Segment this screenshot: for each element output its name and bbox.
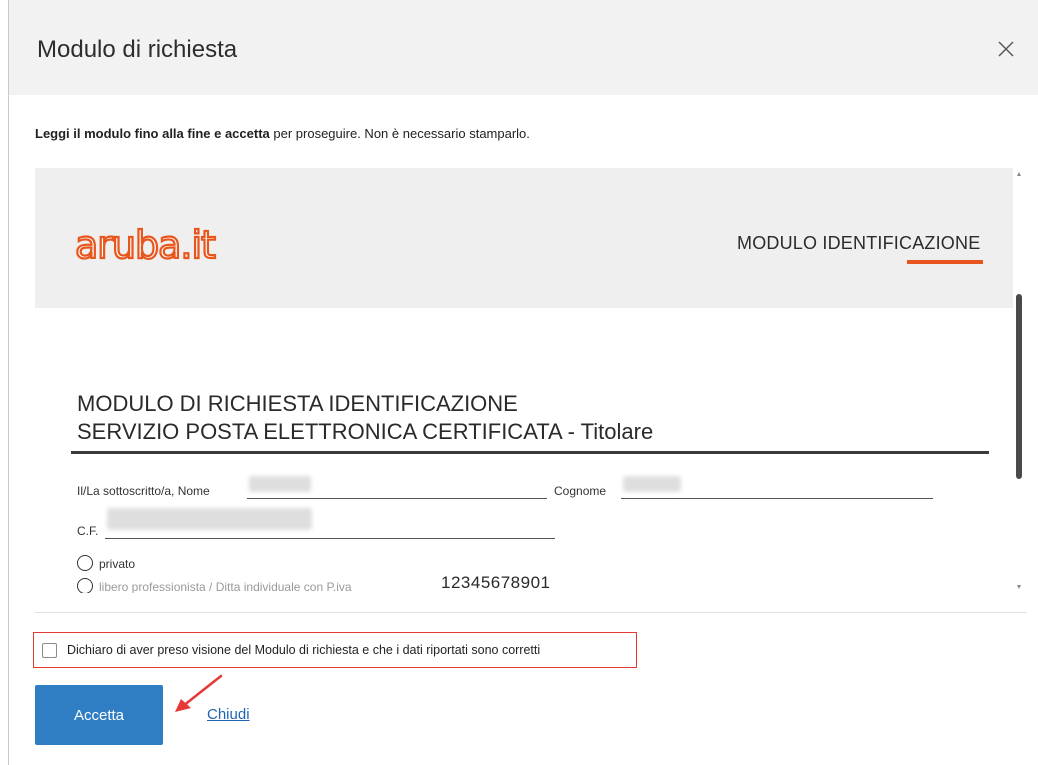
document-header: aruba.it MODULO IDENTIFICAZIONE xyxy=(35,168,1013,308)
dialog-header: Modulo di richiesta xyxy=(9,0,1038,95)
consent-checkbox[interactable] xyxy=(42,643,57,658)
orange-accent-line xyxy=(907,260,983,264)
surname-underline xyxy=(621,498,933,499)
radio-private[interactable] xyxy=(77,555,93,571)
intro-text: Leggi il modulo fino alla fine e accetta… xyxy=(35,126,530,141)
aruba-logo: aruba.it xyxy=(75,222,217,268)
cf-underline xyxy=(105,538,555,539)
intro-bold: Leggi il modulo fino alla fine e accetta xyxy=(35,126,270,141)
consent-label[interactable]: Dichiaro di aver preso visione del Modul… xyxy=(67,643,540,657)
close-icon[interactable] xyxy=(993,36,1019,62)
document-type-label: MODULO IDENTIFICAZIONE xyxy=(737,233,981,253)
radio-professional[interactable] xyxy=(77,578,93,593)
intro-rest: per proseguire. Non è necessario stampar… xyxy=(269,126,530,141)
svg-text:aruba.it: aruba.it xyxy=(75,223,215,267)
dialog-title: Modulo di richiesta xyxy=(37,36,238,63)
redacted-name xyxy=(249,476,311,492)
scroll-thumb[interactable] xyxy=(1016,294,1022,479)
scroll-up-arrow-icon[interactable] xyxy=(1017,172,1021,176)
name-underline xyxy=(247,498,547,499)
close-link[interactable]: Chiudi xyxy=(207,706,250,723)
option-professional-label: libero professionista / Ditta individual… xyxy=(99,580,352,593)
request-dialog: Modulo di richiesta Leggi il modulo fino… xyxy=(8,0,1038,765)
piva-value: 12345678901 xyxy=(441,573,551,592)
document-title-line1: MODULO DI RICHIESTA IDENTIFICAZIONE xyxy=(77,391,518,416)
document-title-line2: SERVIZIO POSTA ELETTRONICA CERTIFICATA -… xyxy=(77,419,654,444)
document-scrollbar[interactable] xyxy=(1013,168,1025,593)
section-divider xyxy=(35,612,1027,613)
scroll-down-arrow-icon[interactable] xyxy=(1017,585,1021,589)
redacted-cf xyxy=(107,508,312,530)
consent-highlight-box: Dichiaro di aver preso visione del Modul… xyxy=(33,632,637,668)
redacted-surname xyxy=(623,476,681,492)
surname-label: Cognome xyxy=(554,484,607,498)
document-viewer[interactable]: aruba.it MODULO IDENTIFICAZIONE MODULO D… xyxy=(35,168,1025,593)
cf-label: C.F. xyxy=(77,524,99,538)
option-private-label: privato xyxy=(99,557,136,571)
accept-button[interactable]: Accetta xyxy=(35,685,163,745)
document-title: MODULO DI RICHIESTA IDENTIFICAZIONE SERV… xyxy=(77,390,653,446)
title-rule xyxy=(71,451,989,454)
name-label: Il/La sottoscritto/a, Nome xyxy=(77,484,210,498)
